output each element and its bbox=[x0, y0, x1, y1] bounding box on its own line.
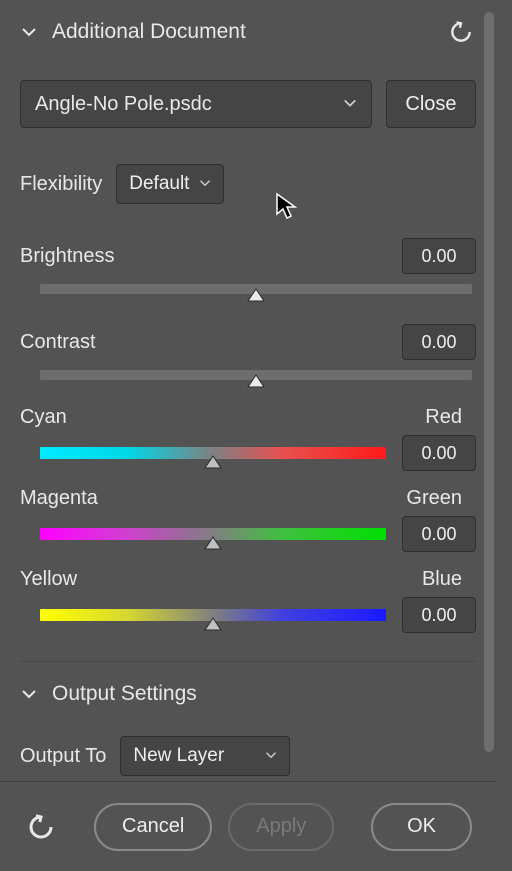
magenta-green-slider-track[interactable] bbox=[40, 528, 386, 540]
section-additional-document: Additional Document Angle-No Pole.psdc C… bbox=[0, 0, 496, 662]
section-title: Output Settings bbox=[52, 682, 197, 706]
yellow-blue-slider-handle[interactable] bbox=[203, 617, 223, 635]
yellow-blue-slider-track[interactable] bbox=[40, 609, 386, 621]
reset-icon[interactable] bbox=[446, 17, 476, 47]
ok-button[interactable]: OK bbox=[371, 803, 472, 851]
cyan-red-slider-track[interactable] bbox=[40, 447, 386, 459]
output-to-select[interactable]: New Layer bbox=[120, 736, 290, 776]
section-title: Additional Document bbox=[52, 20, 246, 44]
yellow-blue-value-input[interactable]: 0.00 bbox=[402, 597, 476, 633]
contrast-slider-track[interactable] bbox=[40, 370, 472, 380]
magenta-green-slider-handle[interactable] bbox=[203, 536, 223, 554]
apply-button[interactable]: Apply bbox=[228, 803, 334, 851]
settings-panel: Additional Document Angle-No Pole.psdc C… bbox=[0, 0, 496, 871]
cyan-red-value-input[interactable]: 0.00 bbox=[402, 435, 476, 471]
cyan-red-slider-block: Cyan Red 0.00 bbox=[20, 406, 476, 471]
chevron-down-icon bbox=[20, 23, 38, 41]
magenta-green-value-input[interactable]: 0.00 bbox=[402, 516, 476, 552]
scrollbar-track[interactable] bbox=[484, 0, 496, 780]
red-label: Red bbox=[425, 406, 462, 429]
brightness-label: Brightness bbox=[20, 245, 392, 268]
cyan-label: Cyan bbox=[20, 406, 67, 429]
chevron-down-icon bbox=[265, 745, 277, 767]
chevron-down-icon bbox=[343, 93, 357, 116]
scrollbar-thumb[interactable] bbox=[484, 12, 494, 752]
output-to-value: New Layer bbox=[133, 745, 224, 767]
section-header-additional-document[interactable]: Additional Document bbox=[20, 0, 476, 64]
flexibility-select[interactable]: Default bbox=[116, 164, 224, 204]
flexibility-label: Flexibility bbox=[20, 173, 102, 196]
cancel-button[interactable]: Cancel bbox=[94, 803, 212, 851]
flexibility-value: Default bbox=[129, 173, 189, 195]
brightness-slider-track[interactable] bbox=[40, 284, 472, 294]
contrast-value-input[interactable]: 0.00 bbox=[402, 324, 476, 360]
blue-label: Blue bbox=[422, 568, 462, 591]
green-label: Green bbox=[406, 487, 462, 510]
magenta-label: Magenta bbox=[20, 487, 98, 510]
close-button-label: Close bbox=[405, 93, 456, 116]
reset-icon[interactable] bbox=[24, 810, 58, 844]
magenta-green-slider-block: Magenta Green 0.00 bbox=[20, 487, 476, 552]
contrast-slider-block: Contrast 0.00 bbox=[20, 324, 476, 380]
yellow-blue-slider-block: Yellow Blue 0.00 bbox=[20, 568, 476, 633]
yellow-label: Yellow bbox=[20, 568, 77, 591]
footer-bar: Cancel Apply OK bbox=[0, 781, 496, 871]
document-select[interactable]: Angle-No Pole.psdc bbox=[20, 80, 372, 128]
chevron-down-icon bbox=[20, 685, 38, 703]
section-header-output-settings[interactable]: Output Settings bbox=[20, 662, 476, 726]
chevron-down-icon bbox=[199, 173, 211, 195]
close-button[interactable]: Close bbox=[386, 80, 476, 128]
brightness-value-input[interactable]: 0.00 bbox=[402, 238, 476, 274]
brightness-slider-block: Brightness 0.00 bbox=[20, 238, 476, 294]
document-select-value: Angle-No Pole.psdc bbox=[35, 93, 212, 116]
contrast-label: Contrast bbox=[20, 331, 392, 354]
output-to-label: Output To bbox=[20, 745, 106, 768]
cyan-red-slider-handle[interactable] bbox=[203, 455, 223, 473]
contrast-slider-handle[interactable] bbox=[246, 374, 266, 392]
brightness-slider-handle[interactable] bbox=[246, 288, 266, 306]
section-output-settings: Output Settings Output To New Layer bbox=[0, 662, 496, 776]
